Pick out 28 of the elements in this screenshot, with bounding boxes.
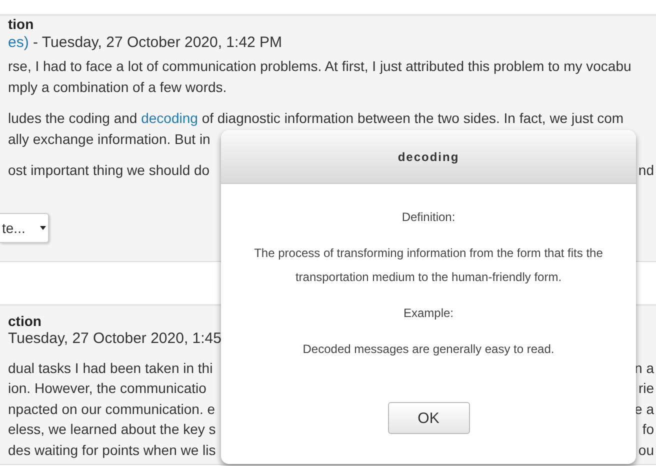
post-text: dual tasks I had been taken in thi — [8, 358, 213, 378]
post-text: des waiting for points when we lis — [8, 440, 216, 460]
post-text: mply a combination of a few words. — [8, 78, 227, 97]
post-text: ludes the coding and decoding of diagnostic information between the two sides. In fact, we just com — [8, 109, 624, 128]
dialog-text: Decoded messages are generally easy to read. — [302, 341, 556, 358]
post-text: fo — [642, 420, 654, 439]
ok-button[interactable]: OK — [388, 402, 470, 434]
dialog-title: decoding — [398, 150, 460, 164]
post-text: npacted on our communication. e — [8, 400, 216, 419]
dialog-text: The process of transforming information from the form that fits the transportation medium to the human-friendly form. — [253, 245, 604, 286]
post-text: ion. However, the communicatio — [8, 379, 206, 398]
post-text: ally exchange information. But in — [8, 130, 210, 149]
rating-select[interactable]: te... — [0, 213, 49, 243]
post-text: nd — [638, 161, 654, 180]
post-text: ou — [638, 440, 654, 460]
text-link[interactable]: decoding — [141, 110, 198, 126]
post-title: tion — [8, 16, 34, 32]
caret-icon — [40, 226, 46, 230]
post-text: ost important thing we should do — [8, 161, 210, 180]
text-link[interactable]: es) — [8, 34, 29, 51]
post-title: ction — [8, 313, 42, 329]
post-text: eless, we learned about the key s — [8, 420, 216, 439]
post-text: rie — [638, 379, 654, 398]
dialog-text: Example: — [402, 305, 455, 322]
post-text: rse, I had to face a lot of communication problems. At first, I just attributed this problem to my vocabu — [8, 57, 632, 76]
post-meta: es) - Tuesday, 27 October 2020, 1:42 PM — [8, 33, 282, 53]
post-meta: Tuesday, 27 October 2020, 1:45 — [8, 329, 222, 349]
dialog-text: Definition: — [400, 209, 456, 226]
